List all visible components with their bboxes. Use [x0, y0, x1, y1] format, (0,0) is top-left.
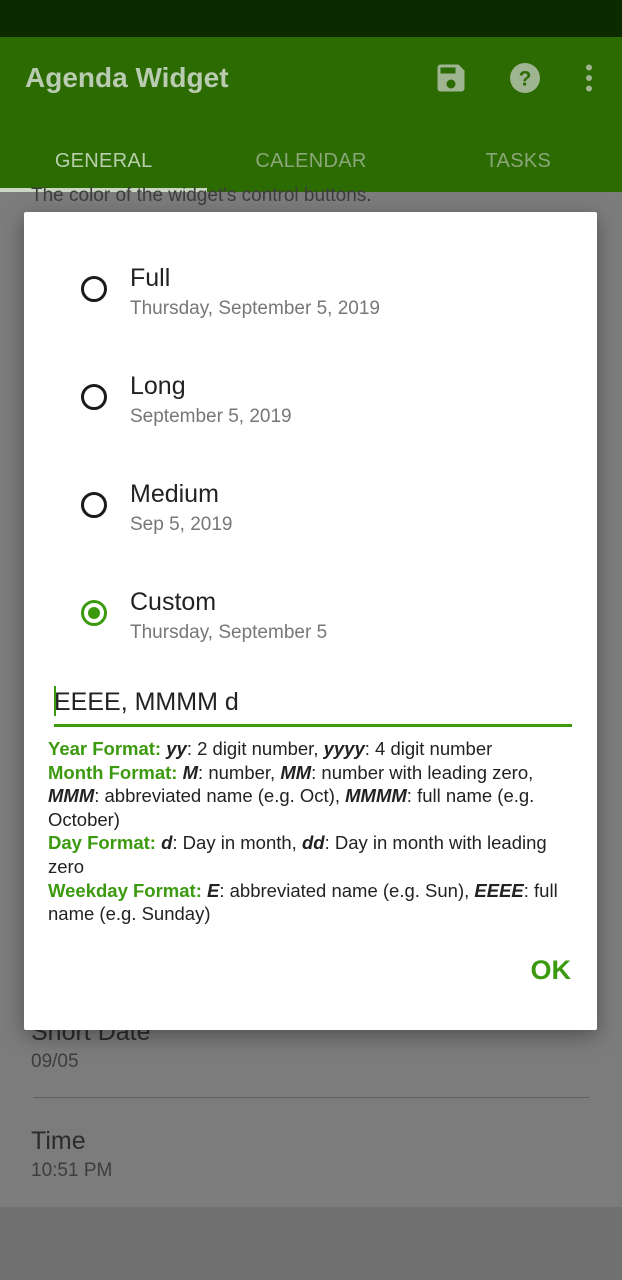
option-full-title: Full — [130, 264, 171, 292]
desc-d: : Day in month, — [172, 832, 302, 854]
setting-time-value: 10:51 PM — [31, 1160, 113, 1181]
weekday-format-label: Weekday Format: — [48, 879, 202, 901]
desc-MMM: : abbreviated name (e.g. Oct), — [94, 785, 346, 807]
code-yyyy: yyyy — [323, 738, 365, 759]
code-yy: yy — [166, 738, 187, 759]
ok-button[interactable]: OK — [531, 955, 572, 986]
option-medium-title: Medium — [130, 480, 219, 508]
code-E: E — [207, 879, 220, 901]
option-custom-example: Thursday, September 5 — [130, 622, 328, 643]
desc-yyyy: : 4 digit number — [364, 738, 493, 759]
month-format-label: Month Format: — [48, 761, 178, 783]
desc-MM: : number with leading zero, — [311, 761, 534, 783]
desc-yy: : 2 digit number, — [186, 738, 324, 759]
save-icon[interactable] — [431, 58, 471, 98]
radio-custom[interactable] — [81, 600, 107, 626]
day-format-label: Day Format: — [48, 832, 156, 854]
radio-full[interactable] — [81, 276, 107, 302]
date-format-dialog: Full Thursday, September 5, 2019 Long Se… — [24, 212, 597, 1030]
code-EEEE: EEEE — [474, 879, 524, 901]
text-cursor — [54, 686, 56, 716]
option-full-example: Thursday, September 5, 2019 — [130, 298, 380, 319]
tab-general[interactable]: GENERAL — [0, 132, 207, 190]
setting-short-date-value: 09/05 — [31, 1051, 79, 1072]
code-MM: MM — [280, 761, 312, 783]
code-MMMM: MMMM — [345, 785, 407, 807]
app-title: Agenda Widget — [25, 62, 229, 93]
code-dd: dd — [301, 832, 325, 854]
format-help-text: Year Format: yy: 2 digit number, yyyy: 4… — [48, 737, 584, 926]
option-long[interactable]: Long September 5, 2019 — [24, 348, 597, 448]
svg-text:?: ? — [519, 68, 532, 91]
code-M: M — [182, 761, 199, 783]
status-bar — [0, 0, 622, 37]
desc-E: : abbreviated name (e.g. Sun), — [219, 879, 475, 901]
option-custom-title: Custom — [130, 588, 217, 616]
more-vert-icon[interactable] — [569, 58, 609, 98]
custom-format-input[interactable] — [54, 682, 572, 722]
day-format-help: Day Format: d: Day in month, dd: Day in … — [48, 831, 584, 878]
input-underline — [54, 724, 572, 727]
setting-description: The color of the widget's control button… — [31, 185, 372, 206]
radio-medium[interactable] — [81, 492, 107, 518]
option-medium[interactable]: Medium Sep 5, 2019 — [24, 456, 597, 556]
setting-time-label[interactable]: Time — [31, 1127, 86, 1156]
desc-M: : number, — [198, 761, 281, 783]
tab-tasks[interactable]: TASKS — [415, 132, 622, 190]
weekday-format-help: Weekday Format: E: abbreviated name (e.g… — [48, 879, 584, 926]
option-full[interactable]: Full Thursday, September 5, 2019 — [24, 240, 597, 340]
nav-area — [0, 1207, 622, 1280]
help-icon[interactable]: ? — [505, 58, 545, 98]
code-MMM: MMM — [48, 785, 95, 807]
option-long-title: Long — [130, 372, 186, 400]
radio-long[interactable] — [81, 384, 107, 410]
tab-calendar[interactable]: CALENDAR — [207, 132, 414, 190]
option-long-example: September 5, 2019 — [130, 406, 292, 427]
year-format-label: Year Format: — [48, 738, 162, 759]
year-format-help: Year Format: yy: 2 digit number, yyyy: 4… — [48, 737, 584, 761]
code-d: d — [161, 832, 173, 854]
custom-format-field[interactable] — [54, 682, 572, 727]
option-medium-example: Sep 5, 2019 — [130, 514, 233, 535]
month-format-help: Month Format: M: number, MM: number with… — [48, 761, 584, 832]
tab-bar: GENERAL CALENDAR TASKS — [0, 132, 622, 190]
option-custom[interactable]: Custom Thursday, September 5 — [24, 564, 597, 664]
divider — [33, 1097, 589, 1098]
